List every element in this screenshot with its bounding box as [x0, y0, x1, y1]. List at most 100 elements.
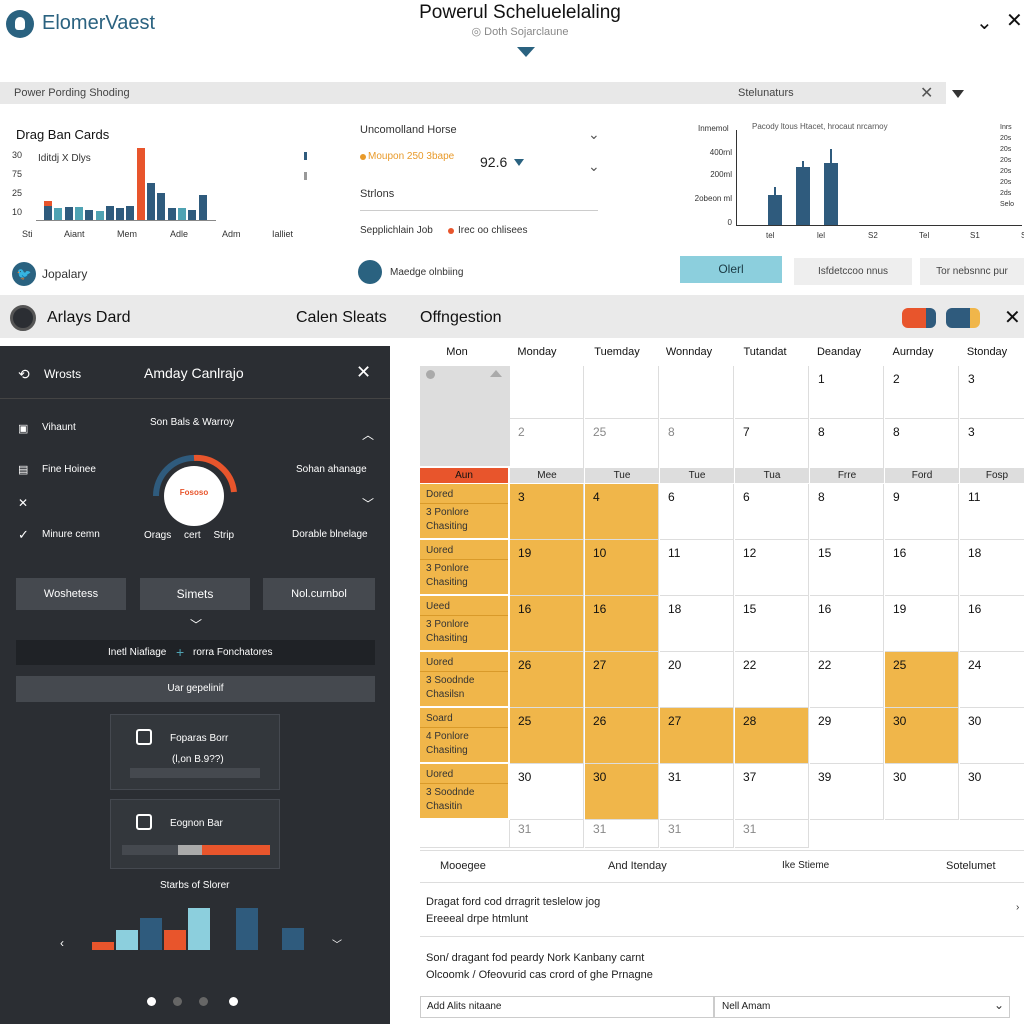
calendar-cell[interactable]: 31 — [660, 820, 734, 848]
row-label-line: 3 Soodnde — [426, 787, 475, 798]
calendar-cell[interactable]: 20 — [660, 652, 734, 708]
row-label[interactable]: Soard 4 Ponlore Chasiting — [420, 708, 508, 763]
calendar-cell[interactable] — [735, 366, 809, 419]
calendar-cell[interactable]: 31 — [735, 820, 809, 848]
calendar-cell[interactable]: 6 — [660, 484, 734, 540]
calendar-cell[interactable]: 6 — [735, 484, 809, 540]
calendar-cell[interactable]: 25 — [885, 652, 959, 708]
calendar-cell[interactable]: 30 — [960, 708, 1024, 764]
select-value: Add Alits nitaane — [427, 1001, 502, 1012]
calendar-cell[interactable]: 30 — [510, 764, 584, 820]
date-number: 22 — [743, 658, 757, 672]
calendar-cell[interactable]: 8 — [885, 419, 959, 472]
date-number: 2 — [518, 425, 525, 439]
calendar-cell[interactable] — [660, 366, 734, 419]
calendar-cell[interactable]: 22 — [735, 652, 809, 708]
calendar-cell[interactable] — [420, 820, 510, 848]
date-number: 26 — [593, 714, 607, 728]
calendar-cell[interactable]: 16 — [585, 596, 659, 652]
day-label: Tue — [660, 468, 734, 483]
calendar-cell[interactable]: 16 — [885, 540, 959, 596]
calendar-cell[interactable]: 10 — [585, 540, 659, 596]
calendar-cell[interactable]: 4 — [585, 484, 659, 540]
row-label[interactable]: Uored 3 Ponlore Chasiting — [420, 540, 508, 595]
date-number: 31 — [668, 822, 682, 836]
date-number: 9 — [893, 490, 900, 504]
calendar-cell[interactable]: 28 — [735, 708, 809, 764]
date-number: 18 — [968, 546, 982, 560]
chevron-right-icon[interactable]: › — [1016, 902, 1019, 913]
calendar-cell[interactable]: 8 — [660, 419, 734, 472]
calendar-cell[interactable]: 26 — [585, 708, 659, 764]
calendar-cell[interactable]: 31 — [585, 820, 659, 848]
calendar-cell[interactable]: 11 — [660, 540, 734, 596]
calendar-cell[interactable]: 22 — [810, 652, 884, 708]
calendar-cell[interactable]: 30 — [885, 764, 959, 820]
calendar-cell[interactable]: 1 — [810, 366, 884, 419]
date-number: 16 — [593, 602, 607, 616]
calendar-cell[interactable]: 15 — [810, 540, 884, 596]
row-label[interactable]: Ueed 3 Ponlore Chasiting — [420, 596, 508, 651]
date-number: 16 — [518, 602, 532, 616]
row-label-line: 3 Ponlore — [426, 563, 469, 574]
date-number: 6 — [743, 490, 750, 504]
calendar-cell[interactable]: 25 — [585, 419, 659, 472]
calendar-cell[interactable]: 2 — [885, 366, 959, 419]
calendar-cell[interactable]: 27 — [585, 652, 659, 708]
divider — [420, 936, 1024, 937]
date-number: 15 — [743, 602, 757, 616]
date-number: 22 — [818, 658, 832, 672]
calendar-cell[interactable]: 25 — [510, 708, 584, 764]
row-label[interactable]: Uored 3 Soodnde Chasitin — [420, 764, 508, 819]
date-number: 26 — [518, 658, 532, 672]
day-label: Aun — [420, 468, 508, 483]
date-number: 20 — [668, 658, 682, 672]
calendar-cell[interactable]: 19 — [885, 596, 959, 652]
calendar-cell[interactable]: 37 — [735, 764, 809, 820]
calendar-cell[interactable]: 30 — [960, 764, 1024, 820]
date-number: 15 — [818, 546, 832, 560]
calendar-cell[interactable]: 19 — [510, 540, 584, 596]
date-number: 4 — [593, 490, 600, 504]
calendar-cell[interactable]: 15 — [735, 596, 809, 652]
calendar-cell[interactable]: 30 — [585, 764, 659, 820]
calendar-cell[interactable]: 26 — [510, 652, 584, 708]
calendar-cell[interactable]: 3 — [960, 366, 1024, 419]
calendar-cell[interactable]: 16 — [960, 596, 1024, 652]
date-number: 7 — [743, 425, 750, 439]
calendar-cell[interactable]: 18 — [960, 540, 1024, 596]
calendar-cell[interactable]: 2 — [510, 419, 584, 472]
calendar-cell[interactable]: 39 — [810, 764, 884, 820]
calendar-cell[interactable]: 30 — [885, 708, 959, 764]
calendar-cell[interactable]: 29 — [810, 708, 884, 764]
date-number: 12 — [743, 546, 757, 560]
calendar-cell[interactable]: 12 — [735, 540, 809, 596]
calendar-cell[interactable]: 3 — [510, 484, 584, 540]
calendar-cell[interactable]: 18 — [660, 596, 734, 652]
date-number: 6 — [668, 490, 675, 504]
calendar-cell[interactable]: 9 — [885, 484, 959, 540]
calendar-cell[interactable]: 7 — [735, 419, 809, 472]
calendar-cell[interactable]: 11 — [960, 484, 1024, 540]
calendar-cell[interactable]: 8 — [810, 484, 884, 540]
calendar-cell[interactable]: 24 — [960, 652, 1024, 708]
row-label[interactable]: Uored 3 Soodnde Chasilsn — [420, 652, 508, 707]
calendar-cell[interactable]: 27 — [660, 708, 734, 764]
calendar-cell[interactable]: 3 — [960, 419, 1024, 472]
row-label[interactable]: Dored 3 Ponlore Chasiting — [420, 484, 508, 539]
date-number: 28 — [743, 714, 757, 728]
calendar-cell[interactable]: 16 — [810, 596, 884, 652]
date-number: 3 — [968, 372, 975, 386]
date-number: 19 — [518, 546, 532, 560]
chevron-down-icon[interactable]: ⌄ — [994, 998, 1004, 1012]
date-number: 25 — [893, 658, 907, 672]
calendar-cell[interactable] — [510, 366, 584, 419]
calendar-cell[interactable]: 8 — [810, 419, 884, 472]
calendar-cell[interactable] — [585, 366, 659, 419]
calendar-cell[interactable]: 31 — [660, 764, 734, 820]
calendar-cell[interactable]: 31 — [510, 820, 584, 848]
footer-text: Son/ dragant fod peardy Nork Kanbany car… — [426, 952, 645, 964]
row-label-line: Ueed — [420, 596, 508, 616]
divider — [420, 882, 1024, 883]
calendar-cell[interactable]: 16 — [510, 596, 584, 652]
